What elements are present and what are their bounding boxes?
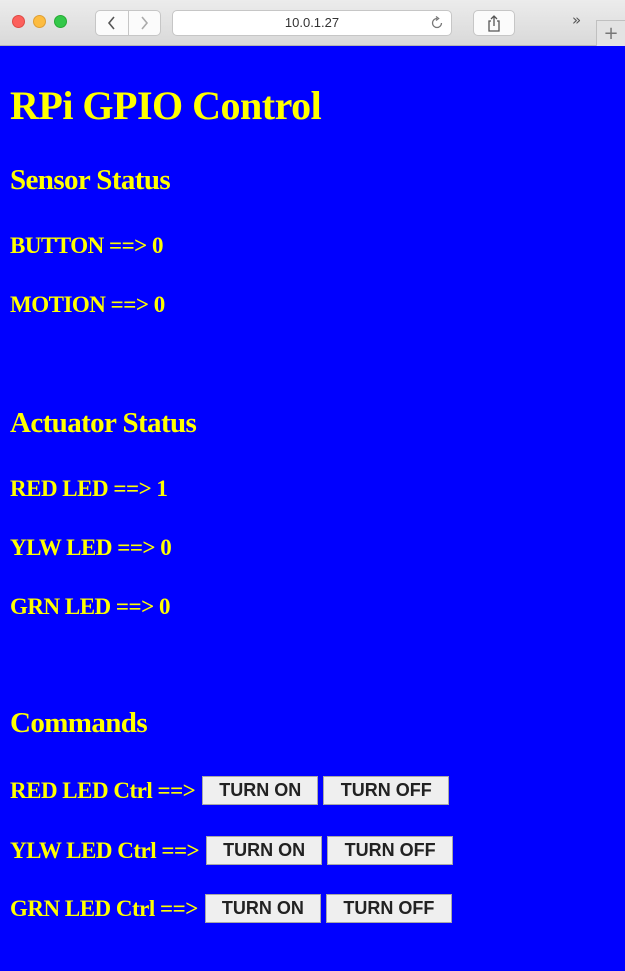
red-led-turn-on-button[interactable]: TURN ON — [202, 776, 319, 805]
zoom-window-button[interactable] — [54, 15, 67, 28]
actuator-grn-led-status: GRN LED ==> 0 — [10, 594, 170, 619]
command-row-ylw-led: YLW LED Ctrl ==> TURN ON TURN OFF — [10, 836, 458, 865]
sensor-button-status: BUTTON ==> 0 — [10, 233, 164, 258]
command-label: RED LED Ctrl ==> — [10, 777, 196, 803]
page-content: RPi GPIO Control Sensor Status BUTTON ==… — [0, 46, 625, 971]
actuator-red-led-status: RED LED ==> 1 — [10, 476, 168, 501]
commands-heading: Commands — [10, 707, 148, 739]
command-label: GRN LED Ctrl ==> — [10, 895, 198, 921]
grn-led-turn-off-button[interactable]: TURN OFF — [325, 894, 452, 923]
close-window-button[interactable] — [12, 15, 25, 28]
command-label: YLW LED Ctrl ==> — [10, 837, 200, 863]
url-text: 10.0.1.27 — [284, 15, 340, 30]
navigation-buttons — [95, 10, 161, 36]
address-bar[interactable]: 10.0.1.27 — [172, 10, 452, 36]
sensor-status-heading: Sensor Status — [10, 164, 171, 196]
red-led-turn-off-button[interactable]: TURN OFF — [323, 776, 450, 805]
reload-icon[interactable] — [430, 16, 444, 30]
ylw-led-turn-on-button[interactable]: TURN ON — [206, 836, 323, 865]
back-button[interactable] — [96, 11, 128, 35]
share-button[interactable] — [473, 10, 515, 36]
browser-toolbar: 10.0.1.27 » + — [0, 0, 625, 46]
window-controls — [12, 15, 67, 28]
sensor-motion-status: MOTION ==> 0 — [10, 292, 165, 317]
forward-button[interactable] — [127, 11, 161, 35]
new-tab-button[interactable]: + — [596, 20, 625, 46]
page-title: RPi GPIO Control — [10, 83, 322, 128]
chevron-left-icon — [107, 16, 115, 30]
command-row-red-led: RED LED Ctrl ==> TURN ON TURN OFF — [10, 776, 454, 805]
actuator-status-heading: Actuator Status — [10, 407, 197, 439]
actuator-ylw-led-status: YLW LED ==> 0 — [10, 535, 172, 560]
plus-icon: + — [603, 23, 619, 44]
minimize-window-button[interactable] — [33, 15, 46, 28]
command-row-grn-led: GRN LED Ctrl ==> TURN ON TURN OFF — [10, 894, 457, 923]
share-icon — [488, 14, 500, 32]
ylw-led-turn-off-button[interactable]: TURN OFF — [327, 836, 454, 865]
more-toolbar-items-icon[interactable]: » — [572, 11, 581, 29]
grn-led-turn-on-button[interactable]: TURN ON — [204, 894, 321, 923]
chevron-right-icon — [141, 16, 149, 30]
